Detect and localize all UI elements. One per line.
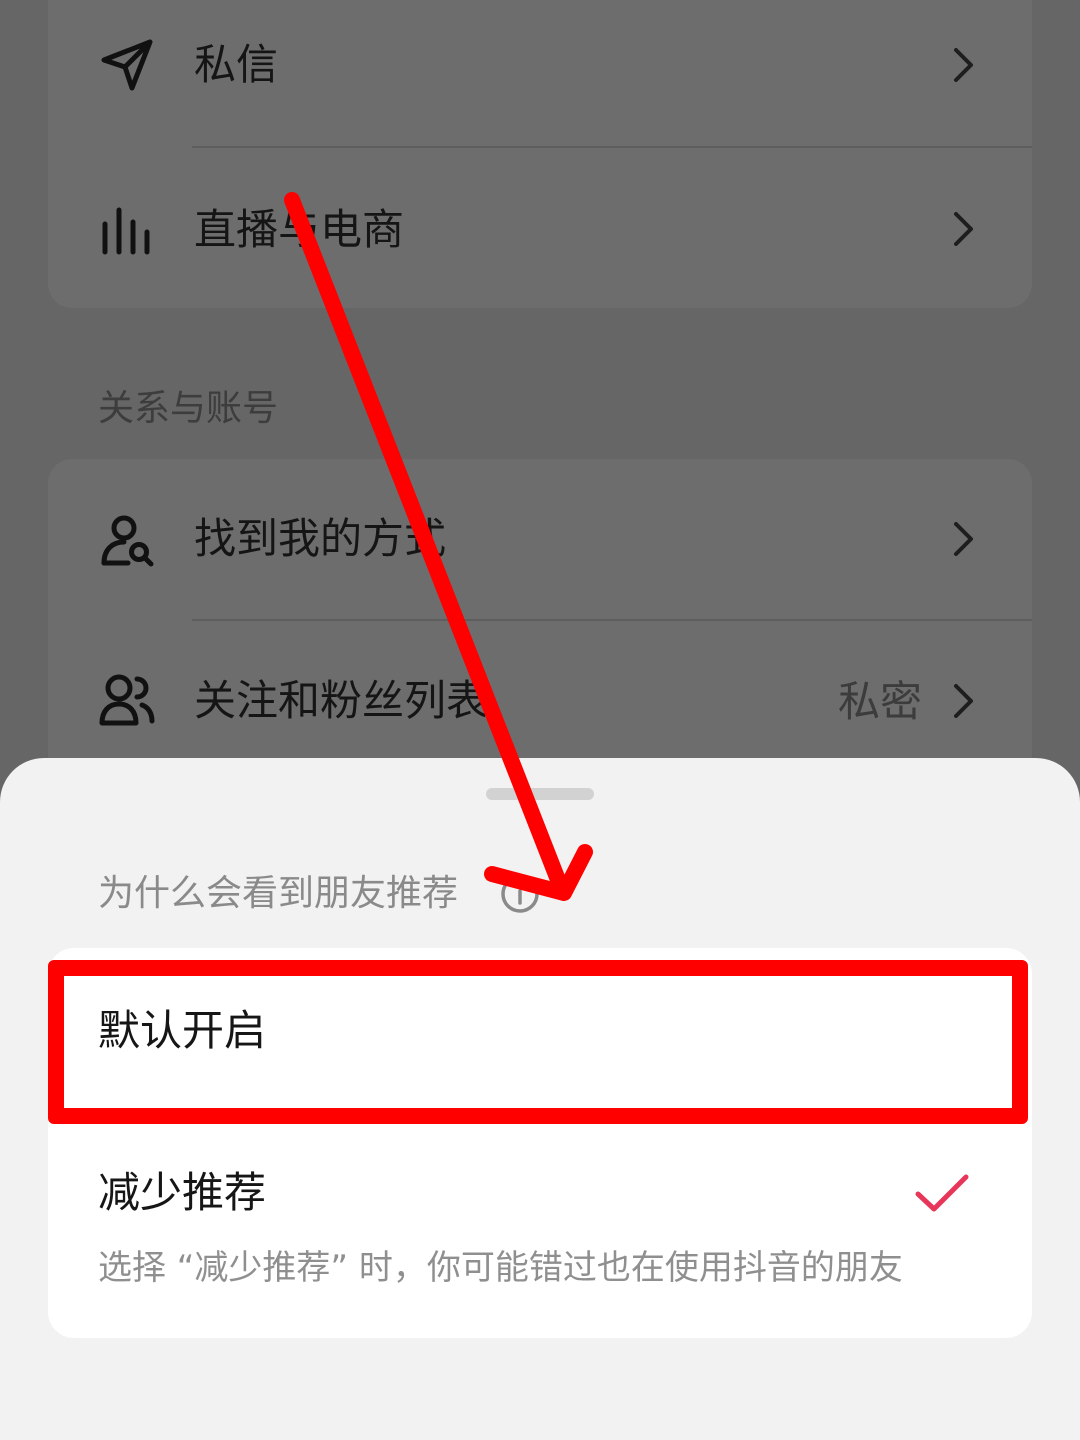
chevron-right-icon: [954, 522, 973, 556]
option-label-reduce: 减少推荐: [98, 1168, 267, 1217]
settings-row-messages[interactable]: 私信: [48, 0, 1032, 147]
sheet-title: 为什么会看到朋友推荐: [98, 873, 459, 914]
row-label-messages: 私信: [194, 40, 279, 89]
info-icon[interactable]: [500, 874, 540, 914]
send-icon: [101, 39, 153, 91]
row-label-followers-list: 关注和粉丝列表: [194, 676, 489, 725]
chevron-right-icon: [954, 684, 973, 718]
person-search-icon: [101, 515, 154, 567]
settings-card-messages: 私信 直播与电商: [48, 0, 1032, 308]
settings-row-live-commerce[interactable]: 直播与电商: [48, 148, 1032, 308]
row-label-find-me: 找到我的方式: [194, 514, 447, 563]
option-reduce-recommendations[interactable]: 减少推荐 选择 “减少推荐” 时，你可能错过也在使用抖音的朋友: [48, 1128, 1032, 1338]
check-icon: [915, 1174, 969, 1212]
chevron-right-icon: [954, 212, 973, 246]
people-icon: [99, 674, 155, 726]
annotation-highlight-box: [48, 960, 1028, 1124]
option-description-reduce: 选择 “减少推荐” 时，你可能错过也在使用抖音的朋友: [98, 1248, 903, 1288]
chevron-right-icon: [954, 48, 973, 82]
live-bars-icon: [102, 207, 150, 255]
settings-row-find-me[interactable]: 找到我的方式: [48, 459, 1032, 623]
row-label-live-commerce: 直播与电商: [194, 205, 405, 254]
sheet-drag-handle[interactable]: [486, 788, 594, 800]
privacy-value: 私密: [837, 677, 922, 726]
section-title-relations: 关系与账号: [98, 388, 279, 429]
